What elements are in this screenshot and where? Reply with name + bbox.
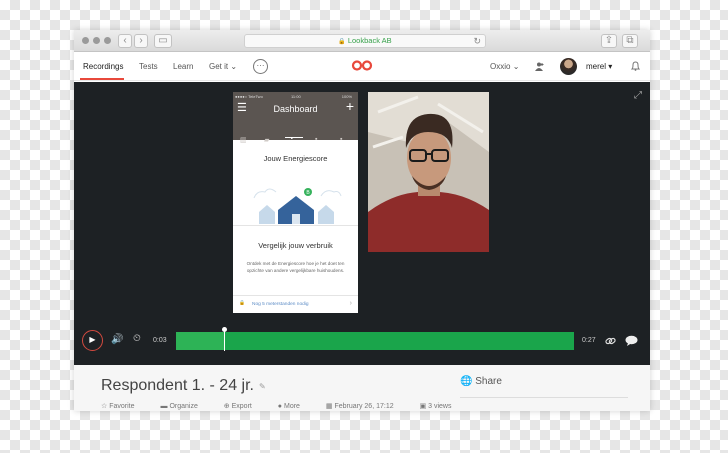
more-button[interactable]: ● More <box>278 403 312 410</box>
phone-card-title: Jouw Energiescore <box>263 154 328 163</box>
organize-label: Organize <box>169 403 198 410</box>
close-window-button[interactable] <box>82 37 89 44</box>
forward-icon[interactable]: › <box>134 34 148 48</box>
phone-screen-recording: ●●●●○ TeleTwo 11:00 100% ☰ Dashboard + ▥… <box>233 92 358 313</box>
comment-icon[interactable] <box>625 335 638 346</box>
more-options-icon[interactable]: ··· <box>253 59 268 74</box>
active-tab-indicator <box>80 78 124 80</box>
org-name: Oxxio <box>490 62 511 71</box>
phone-footer: 🔒 Nog 5 meterstanden nodig › <box>233 295 358 313</box>
bell-icon[interactable] <box>631 61 640 71</box>
share-label: Share <box>475 376 502 387</box>
browser-toolbar: ‹ › ▭ 🔒 Lookback AB ↻ ⇪ ⧉ <box>74 30 650 52</box>
user-name: merel <box>586 62 607 71</box>
phone-title: Dashboard <box>273 104 318 114</box>
views-info: ▣ 3 views <box>419 403 452 410</box>
link-icon[interactable] <box>605 336 616 346</box>
sidebar-icon[interactable]: ▭ <box>154 34 172 48</box>
chevron-down-icon: ▾ <box>608 62 613 71</box>
plus-icon: + <box>345 98 354 114</box>
reload-icon[interactable]: ↻ <box>473 35 481 47</box>
export-label: Export <box>231 403 252 410</box>
chevron-down-icon: ⌄ <box>230 62 238 71</box>
meter-icon: ▰ <box>264 137 270 144</box>
nav-get-it[interactable]: Get it ⌄ <box>209 62 237 71</box>
timeline-played <box>176 332 224 350</box>
lock-icon: 🔒 <box>338 39 346 45</box>
back-icon[interactable]: ‹ <box>118 34 132 48</box>
org-switcher[interactable]: Oxxio ⌄ <box>490 62 519 71</box>
browser-window: ‹ › ▭ 🔒 Lookback AB ↻ ⇪ ⧉ Recordings Test… <box>74 30 650 411</box>
add-user-icon[interactable] <box>535 62 544 71</box>
export-button[interactable]: ⊕ Export <box>224 403 264 410</box>
lookback-logo[interactable] <box>351 60 373 71</box>
phone-active-tab-indicator <box>285 137 303 138</box>
fullscreen-icon[interactable]: ⤢ <box>634 90 642 101</box>
phone-status-bar: ●●●●○ TeleTwo 11:00 100% <box>235 94 356 99</box>
edit-pencil-icon[interactable]: ✎ <box>259 382 266 391</box>
volume-icon[interactable]: 🔊 <box>111 334 123 345</box>
playhead[interactable] <box>221 327 227 351</box>
share-button[interactable]: 🌐 Share <box>460 376 502 387</box>
lock-icon: 🔒 <box>239 301 245 306</box>
nav-recordings[interactable]: Recordings <box>83 62 123 71</box>
date-info: ▦ February 26, 17:12 <box>325 403 394 410</box>
recording-details: Respondent 1. - 24 jr. ✎ 🌐 Share ☆ Favor… <box>74 365 650 411</box>
player-controls: ▶ 🔊 ⏲ 0:03 0:27 <box>74 327 650 357</box>
user-avatar[interactable] <box>560 58 577 75</box>
favorite-label: Favorite <box>109 403 135 410</box>
status-carrier: ●●●●○ TeleTwo <box>235 94 263 99</box>
timeline-scrubber[interactable] <box>176 327 574 351</box>
phone-subheading: Vergelijk jouw verbruik <box>258 241 333 250</box>
share-divider <box>460 397 628 398</box>
nav-tests[interactable]: Tests <box>139 62 158 71</box>
recording-date: February 26, 17:12 <box>334 403 394 410</box>
app-navigation: Recordings Tests Learn Get it ⌄ ··· Oxxi… <box>74 52 650 81</box>
bag-icon: ▪ <box>340 136 343 143</box>
favorite-button[interactable]: ☆ Favorite <box>101 403 147 410</box>
recording-views: 3 views <box>428 403 452 410</box>
status-time: 11:00 <box>291 94 301 99</box>
energy-house-illustration: B <box>253 188 342 224</box>
more-label: More <box>283 403 300 410</box>
playback-speed-icon[interactable]: ⏲ <box>133 333 141 344</box>
tabs-icon[interactable]: ⧉ <box>622 34 638 48</box>
user-menu[interactable]: merel ▾ <box>586 62 612 71</box>
address-bar[interactable]: 🔒 Lookback AB ↻ <box>244 34 486 48</box>
organize-button[interactable]: ▬ Organize <box>160 403 209 410</box>
bar-chart-icon: ▥ <box>240 137 247 144</box>
chevron-right-icon: › <box>349 300 352 307</box>
nav-learn[interactable]: Learn <box>173 62 193 71</box>
phone-body-text: Ontdek met de Energiescore hoe je het do… <box>246 261 345 273</box>
video-player[interactable]: ⤢ ●●●●○ TeleTwo 11:00 100% ☰ Dashboard +… <box>74 82 650 365</box>
tools-icon: ▪ <box>315 136 318 143</box>
facecam-video <box>368 92 489 252</box>
phone-footer-text: Nog 5 meterstanden nodig <box>252 302 309 307</box>
current-time: 0:03 <box>153 337 167 344</box>
recording-actions: ☆ Favorite ▬ Organize ⊕ Export ● More ▦ … <box>101 402 475 410</box>
globe-icon: 🌐 <box>460 376 473 387</box>
chevron-down-icon: ⌄ <box>512 62 520 71</box>
phone-header: ●●●●○ TeleTwo 11:00 100% ☰ Dashboard + ▥… <box>233 92 358 144</box>
total-time: 0:27 <box>582 337 596 344</box>
minimize-window-button[interactable] <box>93 37 100 44</box>
zoom-window-button[interactable] <box>104 37 111 44</box>
nav-get-it-label: Get it <box>209 62 229 71</box>
play-button[interactable]: ▶ <box>82 330 103 351</box>
phone-divider <box>233 225 358 226</box>
url-text: Lookback AB <box>347 36 392 45</box>
share-icon[interactable]: ⇪ <box>601 34 617 48</box>
recording-title: Respondent 1. - 24 jr. <box>101 377 254 394</box>
participant-face-image <box>368 92 489 252</box>
